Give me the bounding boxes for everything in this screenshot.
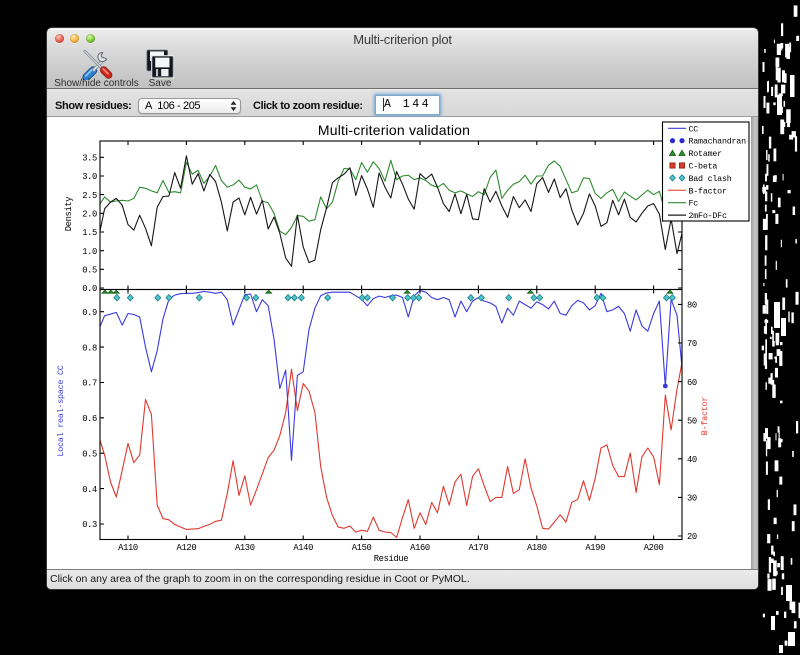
svg-text:80: 80 [687, 301, 697, 311]
svg-text:0.3: 0.3 [82, 520, 97, 530]
svg-text:Ramachandran: Ramachandran [689, 137, 747, 147]
svg-text:A200: A200 [644, 543, 664, 553]
svg-text:Fc: Fc [689, 200, 699, 209]
svg-text:3.0: 3.0 [82, 172, 97, 182]
svg-text:0.8: 0.8 [82, 343, 97, 353]
svg-text:30: 30 [687, 494, 697, 504]
svg-text:A110: A110 [118, 543, 138, 553]
svg-text:0.4: 0.4 [82, 485, 97, 495]
svg-text:2mFo-DFc: 2mFo-DFc [689, 212, 727, 221]
svg-text:A120: A120 [177, 543, 197, 553]
svg-text:70: 70 [687, 339, 697, 349]
svg-text:A170: A170 [469, 543, 489, 553]
svg-text:A180: A180 [527, 543, 547, 553]
svg-text:0.7: 0.7 [82, 379, 97, 389]
svg-text:2.0: 2.0 [82, 210, 97, 220]
svg-text:Local real-space CC: Local real-space CC [56, 365, 66, 456]
svg-text:50: 50 [687, 416, 697, 426]
svg-text:A130: A130 [235, 543, 255, 553]
svg-text:20: 20 [687, 532, 697, 542]
svg-text:B-factor: B-factor [700, 397, 710, 436]
svg-text:0.9: 0.9 [82, 308, 97, 318]
svg-text:Multi-criterion validation: Multi-criterion validation [318, 122, 470, 138]
svg-text:C-beta: C-beta [689, 162, 718, 172]
svg-text:A190: A190 [585, 543, 605, 553]
svg-text:2.5: 2.5 [82, 191, 97, 201]
svg-text:0.0: 0.0 [82, 284, 97, 294]
svg-text:60: 60 [687, 378, 697, 388]
svg-text:CC: CC [689, 125, 699, 134]
svg-text:A140: A140 [293, 543, 313, 553]
svg-text:3.5: 3.5 [82, 154, 97, 164]
svg-text:Residue: Residue [374, 554, 409, 564]
svg-text:40: 40 [687, 455, 697, 465]
svg-text:Rotamer: Rotamer [689, 150, 723, 159]
svg-text:0.5: 0.5 [82, 449, 97, 459]
svg-text:1.0: 1.0 [82, 247, 97, 257]
svg-text:1.5: 1.5 [82, 228, 97, 238]
svg-text:0.6: 0.6 [82, 414, 97, 424]
svg-text:B-factor: B-factor [689, 186, 727, 196]
svg-text:Bad clash: Bad clash [689, 174, 732, 184]
svg-text:Density: Density [64, 197, 74, 232]
svg-text:A150: A150 [352, 543, 372, 553]
svg-text:A160: A160 [410, 543, 430, 553]
svg-text:0.5: 0.5 [82, 266, 97, 276]
